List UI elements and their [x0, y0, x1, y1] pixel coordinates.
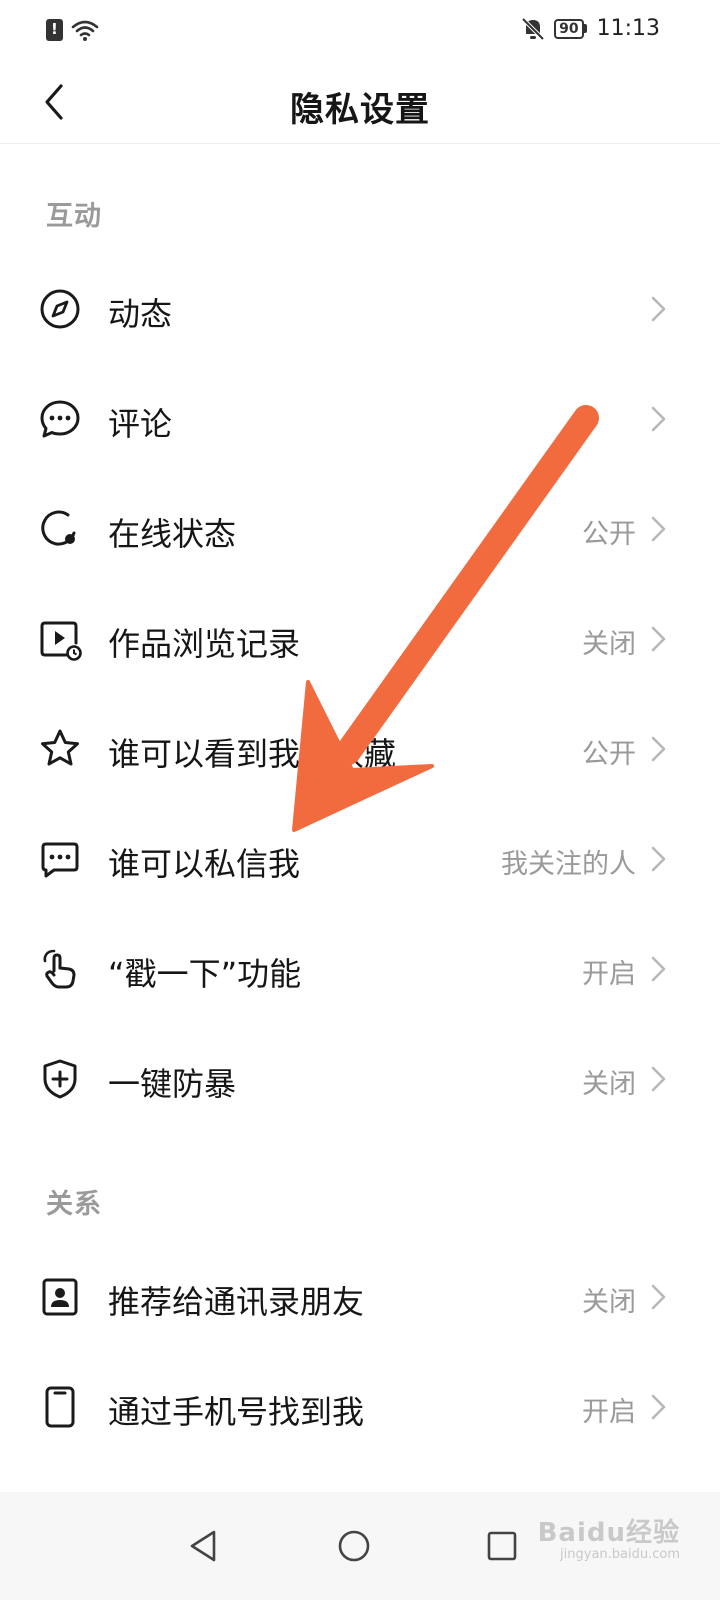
settings-row-recommend-contacts[interactable]: 推荐给通讯录朋友 关闭 [0, 1242, 720, 1352]
row-label: 谁可以看到我的收藏 [108, 735, 397, 773]
chevron-right-icon [651, 736, 666, 762]
settings-row-find-by-phone[interactable]: 通过手机号找到我 开启 [0, 1352, 720, 1462]
settings-row-online-status[interactable]: 在线状态 公开 [0, 474, 720, 584]
settings-row-favorites-visibility[interactable]: 谁可以看到我的收藏 公开 [0, 694, 720, 804]
chevron-right-icon [651, 956, 666, 982]
row-value: 关闭 [582, 1069, 636, 1100]
home-circle-icon[interactable] [334, 1526, 374, 1566]
chevron-right-icon [651, 406, 666, 432]
message-icon [41, 842, 79, 878]
row-value: 我关注的人 [501, 849, 636, 880]
play-history-icon [40, 621, 82, 661]
settings-row-poke[interactable]: “戳一下”功能 开启 [0, 914, 720, 1024]
row-value: 开启 [582, 959, 636, 990]
row-label: 评论 [108, 405, 173, 443]
recents-square-icon[interactable] [482, 1526, 522, 1566]
chevron-right-icon [651, 1066, 666, 1092]
online-status-icon [41, 510, 76, 546]
back-triangle-icon[interactable] [184, 1526, 224, 1566]
star-icon [41, 729, 79, 766]
bell-muted-icon [522, 17, 545, 40]
watermark: Baidu经验 jingyan.baidu.com [538, 1512, 680, 1562]
section-title-relationship: 关系 [46, 1189, 102, 1220]
settings-row-moments[interactable]: 动态 [0, 254, 720, 364]
chevron-right-icon [651, 626, 666, 652]
battery-level: 90 [554, 18, 584, 39]
row-value: 公开 [582, 739, 636, 770]
compass-icon [40, 289, 80, 329]
battery-icon: 90 [554, 18, 587, 39]
row-value: 公开 [582, 519, 636, 550]
page-title: 隐私设置 [290, 90, 430, 130]
chevron-right-icon [651, 1394, 666, 1420]
app-header: 隐私设置 [0, 60, 720, 144]
alert-icon [46, 19, 63, 41]
contact-card-icon [42, 1278, 78, 1316]
watermark-brand: Baidu经验 [537, 1518, 680, 1548]
shield-plus-icon [43, 1059, 77, 1099]
status-bar: 90 11:13 [0, 0, 720, 60]
chevron-right-icon [651, 296, 666, 322]
wifi-icon [71, 20, 99, 41]
row-label: 推荐给通讯录朋友 [108, 1283, 365, 1321]
row-label: 在线状态 [108, 515, 237, 553]
row-label: 谁可以私信我 [108, 845, 301, 883]
row-value: 关闭 [582, 629, 636, 660]
watermark-url: jingyan.baidu.com [560, 1547, 680, 1562]
row-label: 动态 [108, 295, 173, 333]
row-label: 一键防暴 [108, 1065, 237, 1103]
chat-bubble-icon [40, 400, 80, 438]
settings-row-anti-harassment[interactable]: 一键防暴 关闭 [0, 1024, 720, 1134]
status-left [46, 18, 99, 42]
settings-row-comments[interactable]: 评论 [0, 364, 720, 474]
row-value: 开启 [582, 1397, 636, 1428]
row-label: “戳一下”功能 [108, 955, 302, 993]
row-value: 关闭 [582, 1287, 636, 1318]
clock: 11:13 [596, 16, 660, 41]
row-label: 作品浏览记录 [108, 625, 301, 663]
chevron-right-icon [651, 846, 666, 872]
phone-icon [45, 1386, 75, 1428]
chevron-right-icon [651, 1284, 666, 1310]
section-title-interaction: 互动 [46, 201, 102, 232]
row-label: 通过手机号找到我 [108, 1393, 365, 1431]
chevron-right-icon [651, 516, 666, 542]
status-right: 90 11:13 [522, 16, 660, 41]
tap-hand-icon [43, 949, 76, 989]
settings-row-view-history[interactable]: 作品浏览记录 关闭 [0, 584, 720, 694]
settings-row-direct-message[interactable]: 谁可以私信我 我关注的人 [0, 804, 720, 914]
